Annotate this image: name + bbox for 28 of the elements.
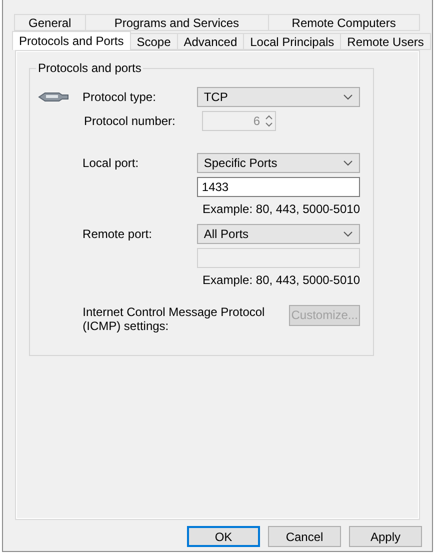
spin-arrows-icon (263, 113, 275, 129)
tab[interactable]: Protocols and Ports (12, 31, 131, 50)
dialog-button[interactable]: Apply (349, 526, 422, 547)
tab[interactable]: Advanced (176, 33, 244, 50)
protocol-type-dropdown[interactable]: TCP (196, 87, 360, 107)
tab[interactable]: Programs and Services (84, 14, 269, 31)
tab[interactable]: General (14, 14, 86, 31)
field-label: Protocol number: (84, 114, 176, 128)
field-label: Remote port: (82, 227, 153, 241)
field-label: Local port: (82, 156, 140, 170)
field-label: Protocol type: (82, 90, 157, 104)
field-label: Internet Control Message Protocol (ICMP) settings: (82, 305, 266, 333)
tab[interactable]: Remote Users (340, 33, 431, 50)
group-title: Protocols and ports (36, 61, 144, 75)
example-hint: Example: 80, 443, 5000-5010 (202, 273, 360, 287)
chevron-down-icon (343, 231, 353, 237)
network-cable-icon (38, 90, 70, 104)
tab[interactable]: Scope (130, 33, 178, 50)
dialog-button[interactable]: Cancel (268, 526, 341, 547)
chevron-down-icon (343, 94, 353, 100)
remote-port-dropdown[interactable]: All Ports (196, 224, 360, 244)
tab[interactable]: Local Principals (243, 33, 342, 50)
chevron-down-icon (343, 160, 353, 166)
local-port-dropdown[interactable]: Specific Ports (196, 153, 360, 173)
dialog-button[interactable]: OK (187, 526, 260, 547)
ports-field[interactable]: 1433 (196, 177, 360, 197)
tab[interactable]: Remote Computers (268, 14, 420, 31)
example-hint: Example: 80, 443, 5000-5010 (202, 202, 360, 216)
